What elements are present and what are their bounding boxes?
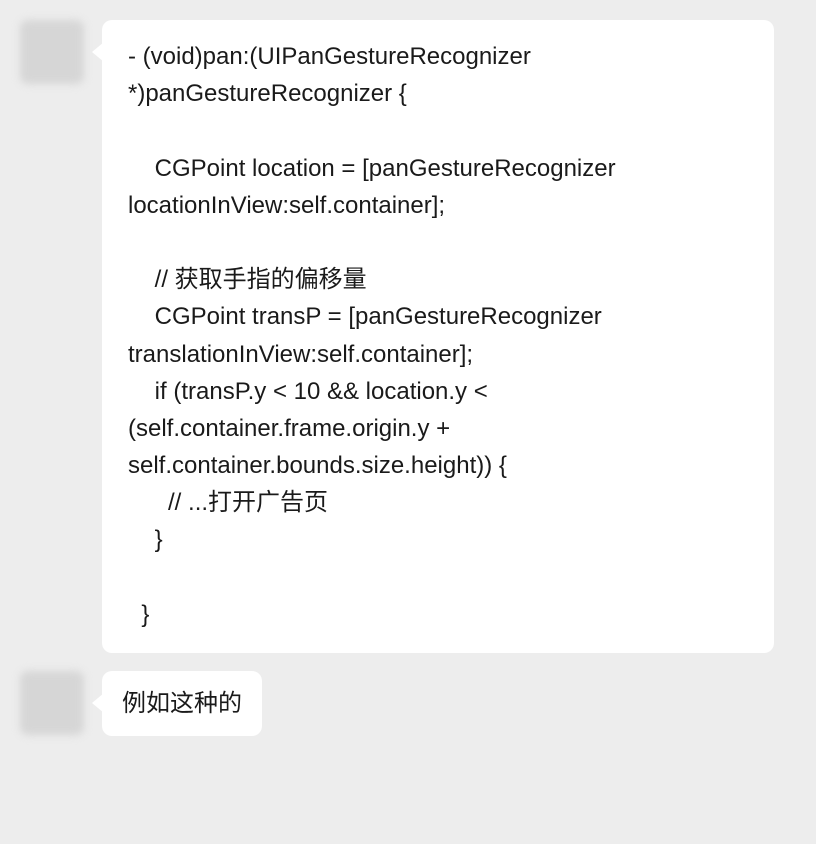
chat-container: - (void)pan:(UIPanGestureRecognizer *)pa… xyxy=(0,0,816,774)
message-bubble-text[interactable]: 例如这种的 xyxy=(102,671,262,736)
bubble-wrap: - (void)pan:(UIPanGestureRecognizer *)pa… xyxy=(102,20,774,653)
avatar[interactable] xyxy=(20,20,84,84)
message-row: - (void)pan:(UIPanGestureRecognizer *)pa… xyxy=(20,20,796,653)
avatar[interactable] xyxy=(20,671,84,735)
bubble-tail-icon xyxy=(92,693,104,713)
bubble-tail-icon xyxy=(92,42,104,62)
message-row: 例如这种的 xyxy=(20,671,796,736)
message-bubble-code[interactable]: - (void)pan:(UIPanGestureRecognizer *)pa… xyxy=(102,20,774,653)
bubble-wrap: 例如这种的 xyxy=(102,671,262,736)
